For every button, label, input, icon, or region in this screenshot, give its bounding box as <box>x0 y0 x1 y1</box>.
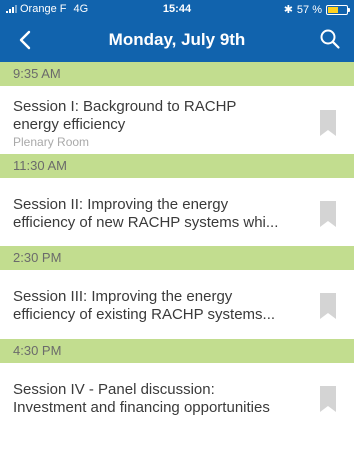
time-header: 2:30 PM <box>0 246 354 270</box>
session-title-line: Session IV - Panel discussion: <box>13 381 215 398</box>
session-item[interactable]: Session II: Improving the energy efficie… <box>0 178 354 246</box>
battery-icon <box>326 4 350 15</box>
bookmark-icon[interactable] <box>320 201 336 227</box>
time-header: 9:35 AM <box>0 62 354 86</box>
session-item[interactable]: Session III: Improving the energy effici… <box>0 270 354 339</box>
session-list: 9:35 AM Session I: Background to RACHP e… <box>0 62 354 433</box>
session-title-line: Session I: Background to RACHP <box>13 98 237 115</box>
session-item[interactable]: Session IV - Panel discussion: Investmen… <box>0 363 354 433</box>
bluetooth-icon: ✱ <box>283 4 293 16</box>
bookmark-icon[interactable] <box>320 293 336 319</box>
session-title-line: Session III: Improving the energy <box>13 288 233 305</box>
session-title-line: energy efficiency <box>13 116 126 133</box>
session-title-line: Investment and financing opportunities <box>13 399 270 416</box>
nav-bar: Monday, July 9th <box>0 18 354 62</box>
time-header: 4:30 PM <box>0 339 354 363</box>
status-bar: Orange F 4G 15:44 ✱ 57 % <box>0 0 354 18</box>
session-room: Plenary Room <box>13 135 90 149</box>
session-item[interactable]: Session I: Background to RACHP energy ef… <box>0 86 354 154</box>
battery-percent: 57 % <box>296 3 322 16</box>
session-title-line: Session II: Improving the energy <box>13 196 229 213</box>
top-bar: Orange F 4G 15:44 ✱ 57 % Monday, July 9t… <box>0 0 354 62</box>
search-icon <box>320 29 340 49</box>
bookmark-icon[interactable] <box>320 386 336 412</box>
time-header: 11:30 AM <box>0 154 354 178</box>
page-title: Monday, July 9th <box>108 30 246 49</box>
search-button[interactable] <box>318 27 342 51</box>
status-right: ✱ 57 % <box>283 3 350 16</box>
bookmark-icon[interactable] <box>320 110 336 136</box>
session-title-line: efficiency of new RACHP systems whi... <box>13 214 279 231</box>
session-title-line: efficiency of existing RACHP systems... <box>13 306 276 323</box>
